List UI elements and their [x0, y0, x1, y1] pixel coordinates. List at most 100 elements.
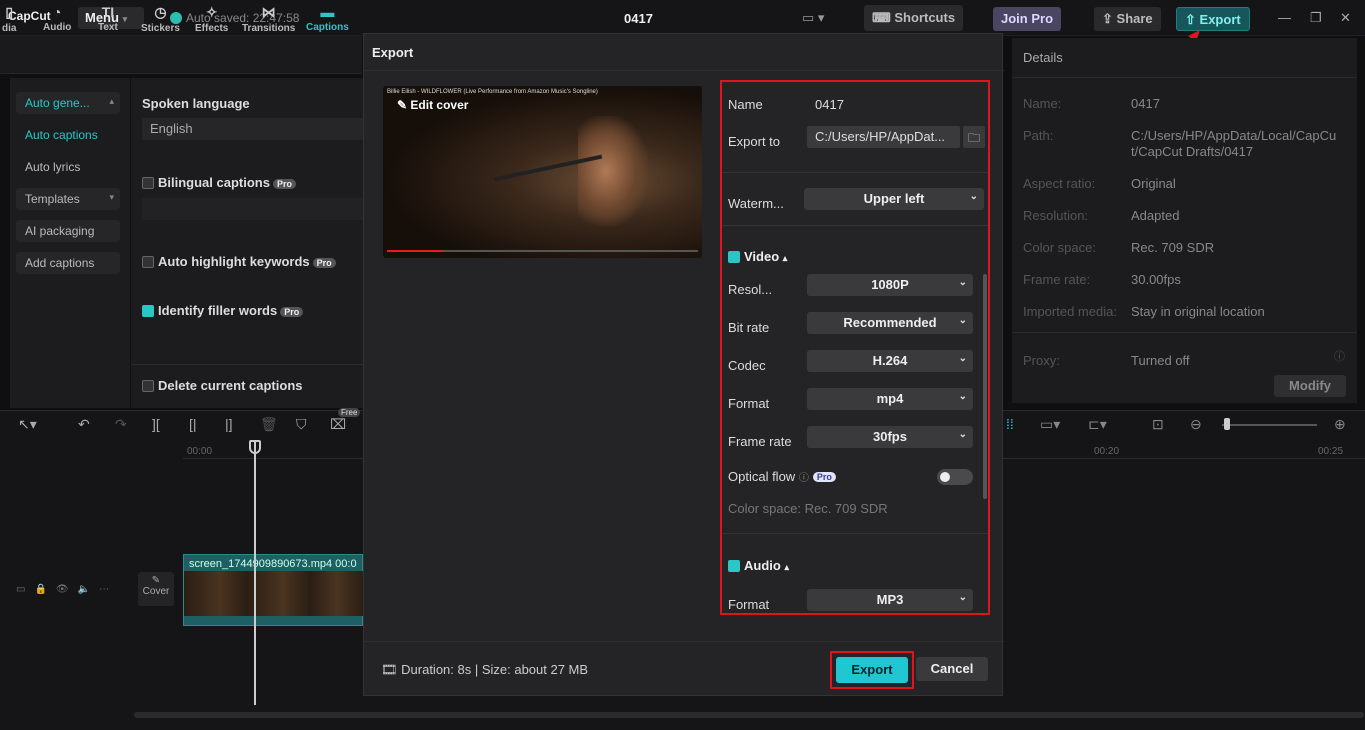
- audio-section-toggle[interactable]: Audio ▴: [728, 558, 789, 573]
- name-label: Name: [728, 97, 763, 112]
- chevron-down-icon: ⌄: [958, 592, 967, 603]
- bilingual-captions-option[interactable]: Bilingual captions Pro: [142, 175, 296, 190]
- divider: [722, 533, 988, 534]
- zoom-slider-handle[interactable]: [1224, 418, 1230, 430]
- codec-select[interactable]: H.264 ⌄: [807, 350, 973, 372]
- detail-value: 0417: [1131, 96, 1160, 111]
- format-select[interactable]: mp4 ⌄: [807, 388, 973, 410]
- help-icon[interactable]: ⓘ: [799, 473, 809, 484]
- watermark-label: Waterm...: [728, 196, 784, 211]
- divider: [722, 172, 988, 173]
- more-icon[interactable]: ⋯: [99, 584, 118, 595]
- filler-words-option[interactable]: Identify filler words Pro: [142, 303, 304, 318]
- redo-icon[interactable]: ↷: [115, 416, 127, 433]
- zoom-out-icon[interactable]: ⊖: [1190, 416, 1202, 433]
- sidebar-item-auto-captions[interactable]: Auto captions: [16, 124, 120, 146]
- select-cursor-icon[interactable]: ↖▾: [18, 416, 37, 433]
- tool-effects[interactable]: ✧ Effects: [195, 4, 228, 34]
- share-button[interactable]: ⇪ Share: [1094, 7, 1161, 31]
- playhead[interactable]: [254, 440, 256, 705]
- magnet-icon[interactable]: ⁞⁞: [1006, 416, 1014, 432]
- lock-icon[interactable]: 🔒: [34, 584, 55, 595]
- layout-icon[interactable]: ▭ ▾: [802, 10, 824, 26]
- tool-label: Captions: [306, 22, 349, 33]
- bitrate-select[interactable]: Recommended ⌄: [807, 312, 973, 334]
- timeline-scrollbar[interactable]: [134, 712, 1364, 718]
- settings-scrollbar[interactable]: [983, 274, 987, 499]
- video-section-toggle[interactable]: Video ▴: [728, 249, 787, 264]
- mark-icon[interactable]: ⛉: [296, 416, 307, 433]
- cover-button[interactable]: ✎ Cover: [138, 572, 174, 606]
- checkbox-checked-icon[interactable]: [728, 560, 740, 572]
- checkbox-checked-icon[interactable]: [728, 251, 740, 263]
- zoom-in-icon[interactable]: ⊕: [1334, 416, 1346, 433]
- delete-icon[interactable]: 🗑: [260, 416, 278, 433]
- split-left-icon[interactable]: [|: [189, 416, 197, 432]
- checkbox-icon[interactable]: [142, 380, 154, 392]
- tool-transitions[interactable]: ⋈ Transitions: [242, 4, 295, 34]
- tool-label: Transitions: [242, 23, 296, 34]
- split-icon[interactable]: ][: [152, 416, 160, 432]
- framerate-select[interactable]: 30fps ⌄: [807, 426, 973, 448]
- export-icon: ⇧: [1185, 12, 1196, 27]
- folder-icon[interactable]: 🗀: [963, 126, 985, 148]
- video-clip[interactable]: screen_1744909890673.mp4 00:0: [183, 554, 364, 626]
- export-path-field[interactable]: C:/Users/HP/AppDat...: [807, 126, 960, 148]
- close-icon[interactable]: ✕: [1340, 10, 1351, 26]
- bitrate-value: Recommended: [843, 315, 937, 330]
- watermark-select[interactable]: Upper left ⌄: [804, 188, 984, 210]
- sidebar-item-ai-packaging[interactable]: AI packaging: [16, 220, 120, 242]
- undo-icon[interactable]: ↶: [78, 416, 90, 433]
- sidebar-item-templates[interactable]: Templates ▾: [16, 188, 120, 210]
- export-button[interactable]: Export: [836, 657, 908, 683]
- video-section-label: Video: [744, 249, 780, 264]
- playhead-handle[interactable]: [249, 440, 261, 454]
- split-right-icon[interactable]: |]: [225, 416, 233, 432]
- auto-caption-icon[interactable]: ⌧: [330, 416, 346, 433]
- ruler-time-20: 00:20: [1094, 446, 1120, 457]
- checkbox-icon[interactable]: [142, 177, 154, 189]
- auto-highlight-option[interactable]: Auto highlight keywords Pro: [142, 254, 336, 269]
- sidebar-item-add-captions[interactable]: Add captions: [16, 252, 120, 274]
- modify-button[interactable]: Modify: [1274, 375, 1346, 397]
- text-icon: TI: [101, 4, 115, 20]
- speaker-icon[interactable]: 🔈: [78, 584, 99, 595]
- divider: [1012, 332, 1357, 333]
- checkbox-checked-icon[interactable]: [142, 305, 154, 317]
- chevron-up-icon: ▴: [782, 253, 788, 263]
- minimize-icon[interactable]: —: [1278, 10, 1291, 25]
- info-icon[interactable]: ⓘ: [1334, 348, 1345, 364]
- resolution-select[interactable]: 1080P ⌄: [807, 274, 973, 296]
- link-icon[interactable]: ▭▾: [1040, 416, 1060, 433]
- tool-stickers[interactable]: ◷ Stickers: [141, 4, 180, 34]
- zoom-slider[interactable]: [1222, 424, 1317, 426]
- spoken-language-select[interactable]: English: [142, 118, 363, 140]
- video-preview[interactable]: Billie Eilish - WILDFLOWER (Live Perform…: [383, 86, 702, 258]
- fit-icon[interactable]: ⊡: [1152, 416, 1164, 433]
- eye-icon[interactable]: 👁: [56, 584, 78, 595]
- checkbox-icon[interactable]: [142, 256, 154, 268]
- shortcuts-button[interactable]: ⌨ Shortcuts: [864, 5, 964, 31]
- edit-cover-button[interactable]: ✎ Edit cover: [397, 98, 468, 112]
- join-pro-button[interactable]: Join Pro: [993, 7, 1062, 31]
- tool-text[interactable]: TI Text: [98, 4, 118, 33]
- tool-captions[interactable]: ▬ Captions: [306, 4, 349, 33]
- tool-media[interactable]: ▯ dia: [2, 4, 16, 34]
- optical-flow-toggle[interactable]: [937, 469, 973, 485]
- delete-captions-option[interactable]: Delete current captions: [142, 378, 303, 393]
- preview-axis-icon[interactable]: ⊏▾: [1088, 416, 1107, 433]
- maximize-icon[interactable]: ❐: [1310, 10, 1322, 26]
- sidebar-item-label: Auto gene...: [25, 96, 90, 110]
- name-field[interactable]: 0417: [815, 97, 844, 112]
- track-frame-icon[interactable]: ▭: [16, 584, 34, 595]
- optical-flow-label: Optical flow: [728, 469, 796, 484]
- tool-audio[interactable]: ◔ Audio: [43, 4, 71, 33]
- caption-sidebar: Auto gene... ▴ Auto captions Auto lyrics…: [10, 78, 130, 408]
- audio-format-select[interactable]: MP3 ⌄: [807, 589, 973, 611]
- audio-format-value: MP3: [876, 592, 904, 607]
- details-panel: Details Name: 0417 Path: C:/Users/HP/AppDa…: [1012, 38, 1357, 403]
- audio-section-label: Audio: [744, 558, 781, 573]
- cancel-button[interactable]: Cancel: [916, 657, 988, 681]
- sidebar-item-auto-generate[interactable]: Auto gene... ▴: [16, 92, 120, 114]
- sidebar-item-auto-lyrics[interactable]: Auto lyrics: [16, 156, 120, 178]
